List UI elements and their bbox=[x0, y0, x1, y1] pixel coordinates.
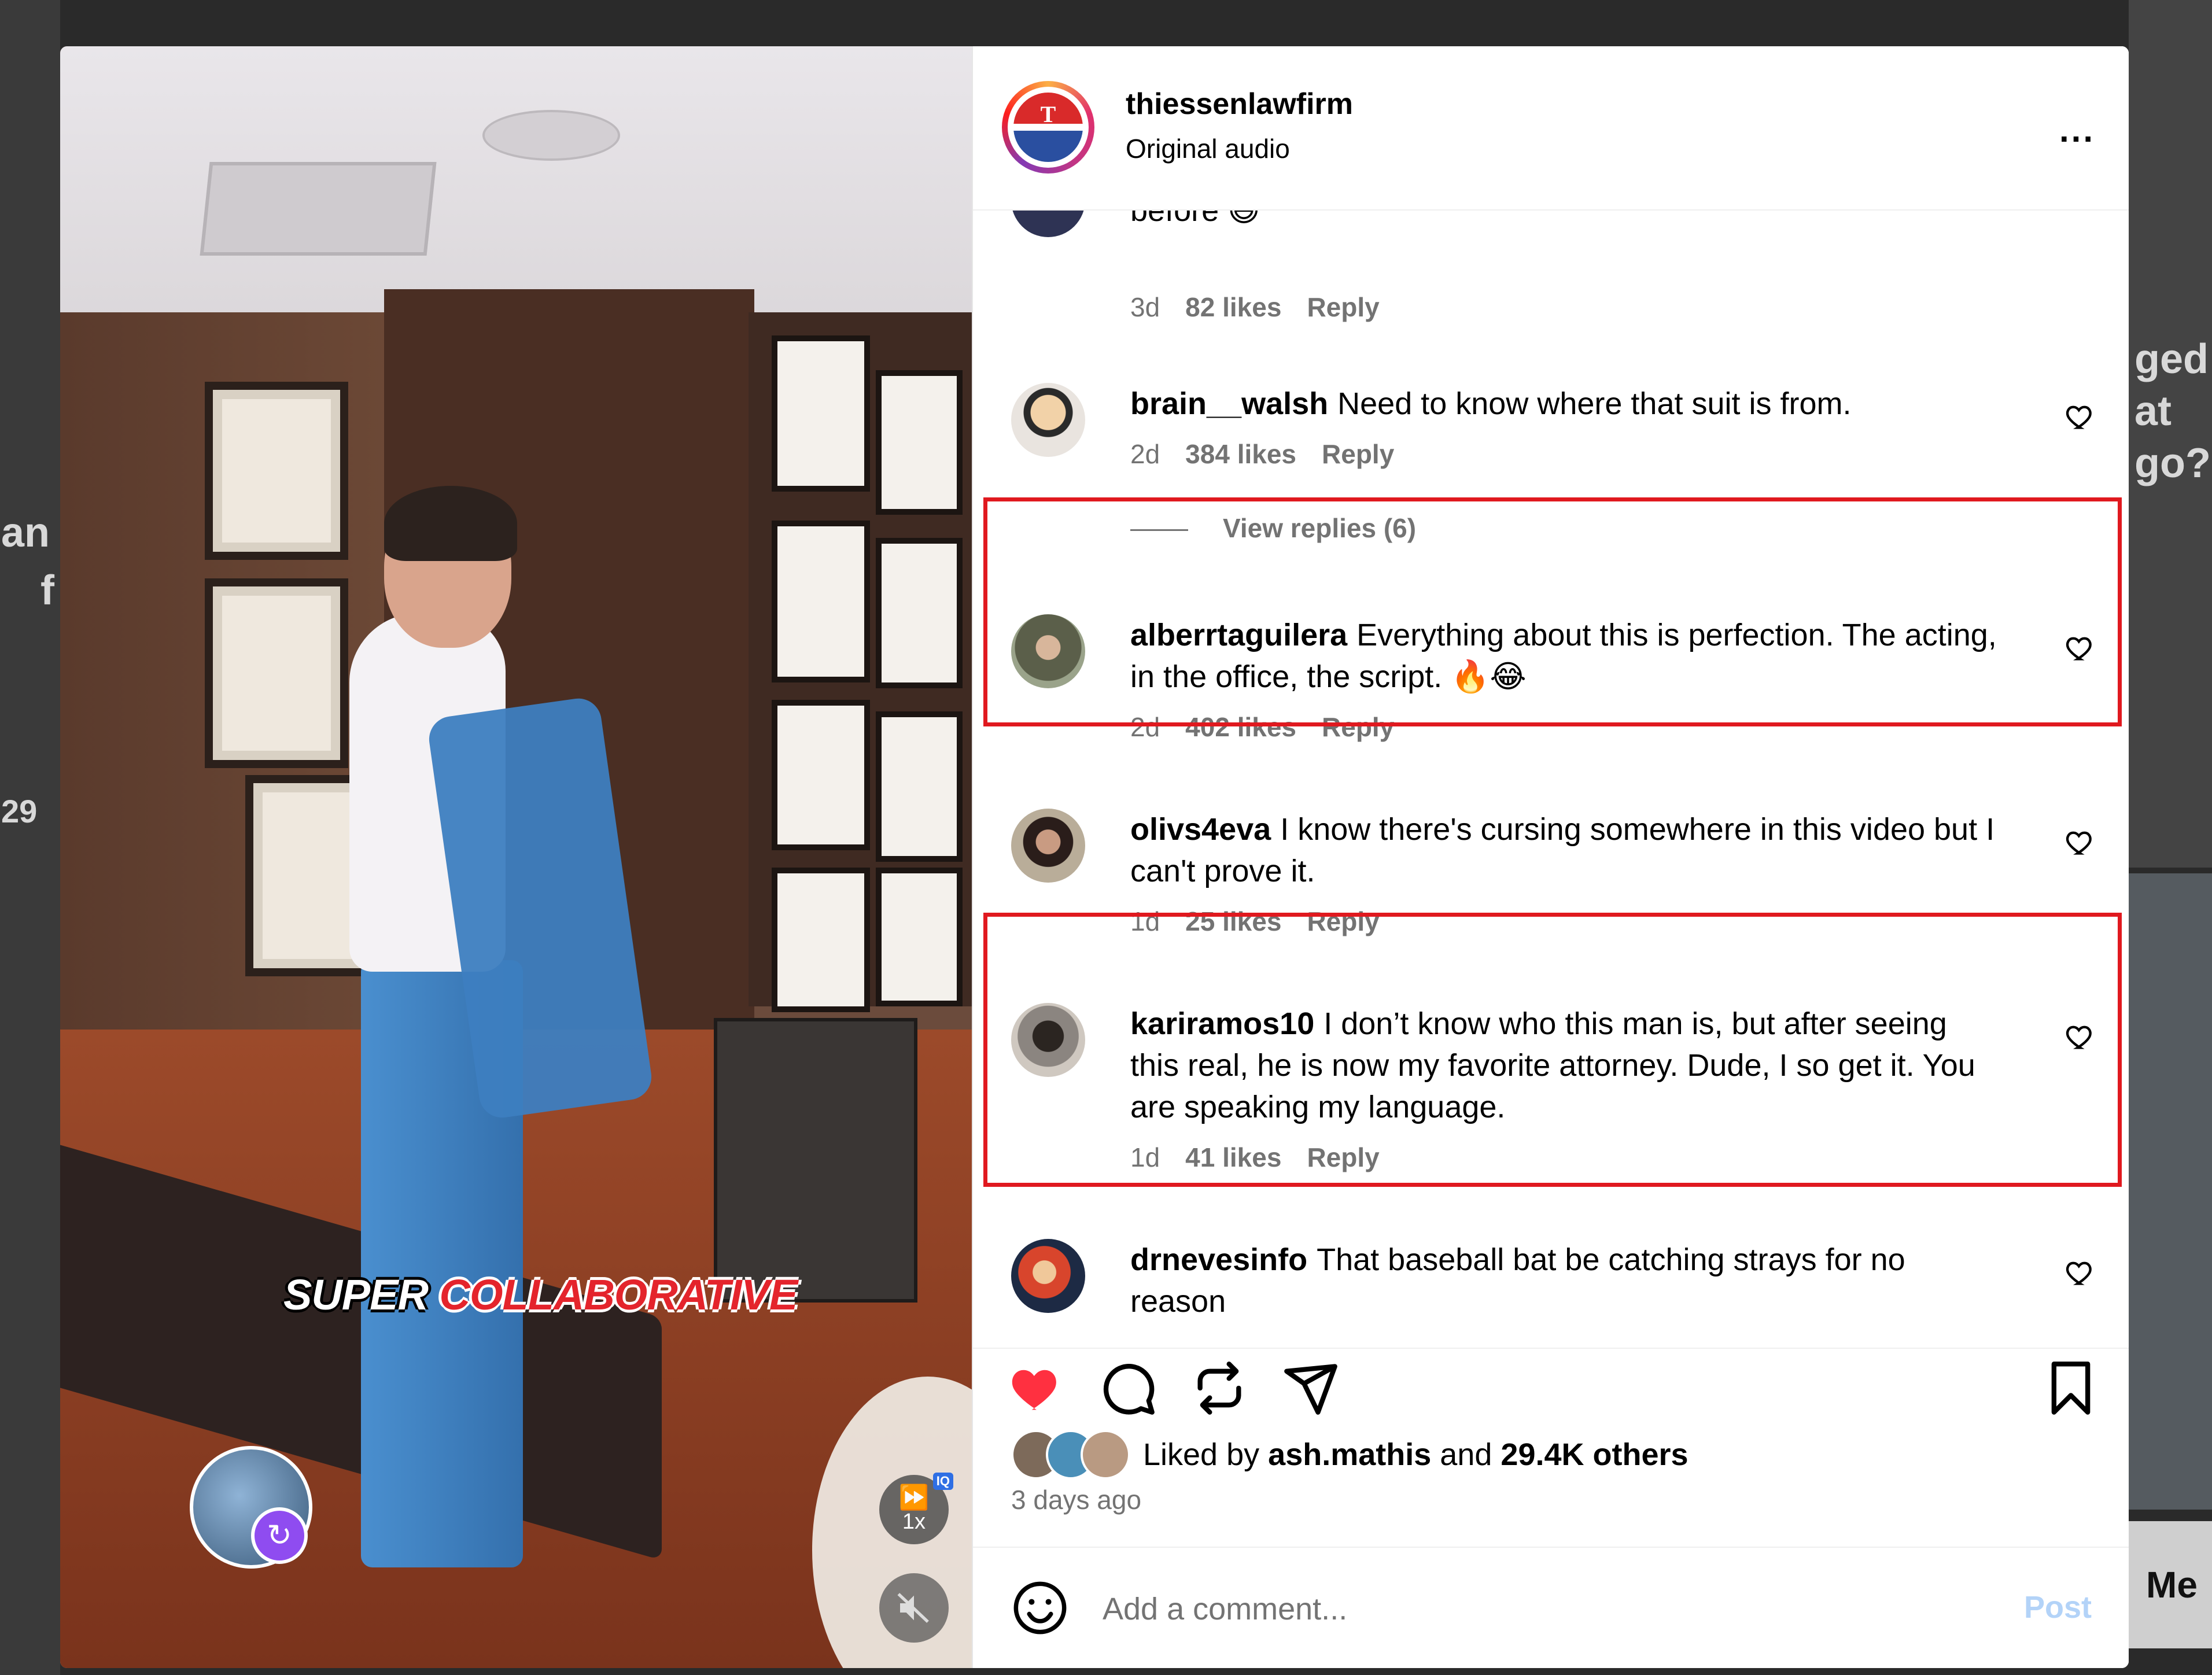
author-username[interactable]: thiessenlawfirm bbox=[1126, 87, 1353, 121]
bookmark-icon[interactable] bbox=[2042, 1359, 2100, 1417]
heart-icon[interactable] bbox=[2065, 827, 2095, 857]
reply-button[interactable]: Reply bbox=[1307, 292, 1379, 322]
video-player[interactable]: SUPER COLLABORATIVE ↻ ⏩ 1x IQ bbox=[60, 46, 972, 1668]
comment-username[interactable]: brain__walsh bbox=[1130, 386, 1328, 421]
speed-label: 1x bbox=[902, 1509, 926, 1534]
caption-word: SUPER bbox=[283, 1271, 429, 1319]
fast-forward-icon: ⏩ bbox=[898, 1483, 930, 1511]
avatar[interactable] bbox=[1011, 383, 1085, 457]
comment-likes[interactable]: 82 likes bbox=[1185, 292, 1281, 322]
avatar[interactable] bbox=[1011, 809, 1085, 883]
playback-speed-button[interactable]: ⏩ 1x IQ bbox=[879, 1473, 953, 1544]
comment-username[interactable]: drnevesinfo bbox=[1130, 1242, 1307, 1277]
avatar[interactable] bbox=[1081, 1430, 1130, 1480]
repost-icon[interactable]: ↻ bbox=[251, 1507, 308, 1564]
background-fragment: 29 bbox=[1, 793, 38, 829]
post-timestamp[interactable]: 3 days ago bbox=[1011, 1484, 1141, 1515]
caption-word: COLLABORATIVE bbox=[439, 1271, 798, 1319]
comment-likes[interactable]: 384 likes bbox=[1185, 439, 1296, 469]
comment-composer: Post bbox=[973, 1547, 2129, 1668]
author-avatar[interactable]: T bbox=[1002, 81, 1094, 174]
heart-icon[interactable] bbox=[2065, 1257, 2095, 1287]
post-header: T thiessenlawfirm Original audio ... bbox=[973, 46, 2129, 211]
liked-others[interactable]: 29.4K others bbox=[1501, 1437, 1688, 1472]
background-tile-right-lower bbox=[2129, 873, 2212, 1510]
post-modal: SUPER COLLABORATIVE ↻ ⏩ 1x IQ T thiessen… bbox=[60, 46, 2129, 1668]
avatar[interactable] bbox=[1011, 1239, 1085, 1313]
comment-username[interactable]: olivs4eva bbox=[1130, 812, 1271, 847]
liked-and: and bbox=[1440, 1437, 1492, 1472]
video-scene bbox=[205, 578, 348, 768]
background-fragment: an bbox=[1, 510, 50, 556]
highlight-box bbox=[983, 497, 2122, 726]
background-fragment: at bbox=[2134, 388, 2172, 434]
video-scene bbox=[876, 711, 963, 862]
action-bar bbox=[973, 1348, 2129, 1417]
messages-label: Me bbox=[2146, 1564, 2198, 1606]
comment-meta: 3d 82 likes Reply bbox=[1130, 292, 1380, 323]
comment-time: 3d bbox=[1130, 292, 1160, 322]
comment-input[interactable] bbox=[1101, 1577, 1971, 1641]
video-scene bbox=[384, 486, 517, 561]
comment-body: olivs4eva I know there's cursing somewher… bbox=[1130, 809, 1998, 892]
audio-link[interactable]: Original audio bbox=[1126, 133, 1290, 164]
more-options-icon[interactable]: ... bbox=[2059, 110, 2095, 150]
video-scene bbox=[876, 370, 963, 515]
video-scene bbox=[482, 110, 620, 161]
liked-user[interactable]: ash.mathis bbox=[1268, 1437, 1431, 1472]
video-scene bbox=[876, 538, 963, 688]
comment-text: Need to know where that suit is from. bbox=[1337, 386, 1852, 421]
video-scene bbox=[205, 382, 348, 560]
comment-body: brain__walsh Need to know where that suit… bbox=[1130, 383, 1998, 425]
liked-prefix: Liked by bbox=[1143, 1437, 1260, 1472]
liked-by-row: Liked by ash.mathis and 29.4K others bbox=[1011, 1429, 1689, 1481]
video-caption: SUPER COLLABORATIVE bbox=[283, 1270, 798, 1319]
emoji-icon[interactable] bbox=[1011, 1579, 1069, 1637]
share-icon[interactable] bbox=[1282, 1359, 1340, 1417]
comment-body: drnevesinfo That baseball bat be catching… bbox=[1130, 1239, 1998, 1322]
reply-button[interactable]: Reply bbox=[1322, 439, 1394, 469]
comment-meta: 2d 384 likes Reply bbox=[1130, 438, 1394, 470]
video-scene bbox=[772, 700, 870, 850]
law-firm-logo: T bbox=[1013, 93, 1083, 162]
mute-icon bbox=[897, 1593, 929, 1623]
background-fragment: go? bbox=[2134, 440, 2211, 486]
liked-by-text: Liked by ash.mathis and 29.4K others bbox=[1143, 1437, 1689, 1473]
comment-icon[interactable] bbox=[1099, 1359, 1157, 1417]
background-fragment: ged bbox=[2134, 336, 2209, 382]
comment-time: 2d bbox=[1130, 439, 1160, 469]
heart-filled-icon[interactable] bbox=[1008, 1359, 1066, 1417]
video-scene bbox=[772, 868, 870, 1012]
heart-icon[interactable] bbox=[2065, 401, 2095, 431]
background-fragment: f bbox=[40, 567, 54, 614]
avatar bbox=[1011, 209, 1085, 237]
repost-icon[interactable] bbox=[1190, 1359, 1248, 1417]
mute-button[interactable] bbox=[879, 1573, 949, 1643]
video-scene bbox=[200, 162, 437, 256]
post-button[interactable]: Post bbox=[2024, 1589, 2092, 1625]
video-scene bbox=[714, 1018, 917, 1303]
post-side-panel: T thiessenlawfirm Original audio ... bef… bbox=[972, 46, 2129, 1668]
speed-badge: IQ bbox=[932, 1473, 953, 1490]
comment-text: before 😅 bbox=[1130, 209, 1260, 228]
highlight-box bbox=[983, 913, 2122, 1187]
video-scene bbox=[876, 868, 963, 1006]
video-scene bbox=[772, 335, 870, 492]
background-tile-left bbox=[0, 0, 60, 1675]
video-scene bbox=[772, 521, 870, 682]
